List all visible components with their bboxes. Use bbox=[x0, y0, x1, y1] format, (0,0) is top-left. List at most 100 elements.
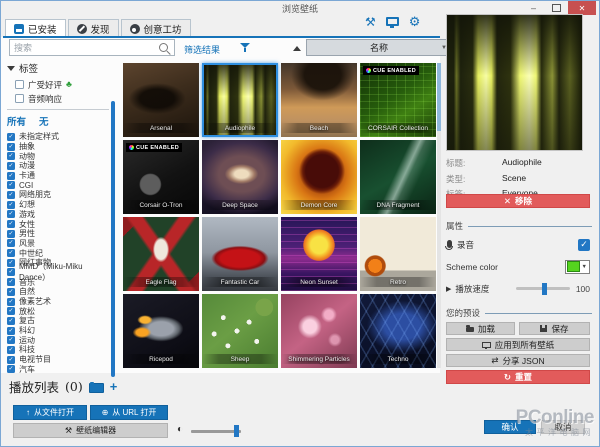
grid-scrollbar-thumb[interactable] bbox=[437, 63, 441, 131]
checkbox[interactable] bbox=[7, 317, 15, 325]
wallpaper-tile[interactable]: CUE ENABLED CORSAIR Collection bbox=[360, 63, 436, 137]
detail-value: Audiophile bbox=[502, 157, 542, 169]
checkbox[interactable] bbox=[15, 80, 24, 89]
speed-slider-handle[interactable] bbox=[542, 283, 547, 295]
wallpaper-tile[interactable]: Arsenal bbox=[123, 63, 199, 137]
wallpaper-tile[interactable]: Retro bbox=[360, 217, 436, 291]
confirm-button[interactable]: 确认 bbox=[484, 420, 536, 434]
checkbox[interactable] bbox=[7, 220, 15, 228]
wallpaper-tile[interactable]: Demon Core bbox=[281, 140, 357, 214]
wallpaper-tile[interactable]: Shimmering Particles bbox=[281, 294, 357, 368]
checkbox[interactable] bbox=[7, 201, 15, 209]
checkbox[interactable] bbox=[7, 162, 15, 170]
open-from-file-button[interactable]: ↑ 从文件打开 bbox=[13, 405, 87, 420]
wallpaper-tile[interactable]: Ricepod bbox=[123, 294, 199, 368]
checkbox[interactable] bbox=[7, 143, 15, 151]
tag-checkbox-item[interactable]: 汽车 bbox=[7, 365, 109, 375]
checkbox[interactable] bbox=[7, 181, 15, 189]
checkbox[interactable] bbox=[7, 172, 15, 180]
checkbox[interactable] bbox=[7, 230, 15, 238]
checkbox[interactable] bbox=[7, 288, 15, 296]
special-tag-item[interactable]: 音频响应 bbox=[15, 93, 109, 104]
sort-ascending-icon[interactable] bbox=[293, 46, 301, 51]
tag-checkbox-item[interactable]: 卡通 bbox=[7, 171, 109, 181]
wallpaper-tile[interactable]: Neon Sunset bbox=[281, 217, 357, 291]
wallpaper-tile[interactable]: Beach bbox=[281, 63, 357, 137]
detail-row: 标题: Audiophile bbox=[446, 157, 590, 169]
checkbox[interactable] bbox=[7, 307, 15, 315]
remove-button[interactable]: ✕ 移除 bbox=[446, 194, 590, 208]
wallpaper-tile[interactable]: Eagle Flag bbox=[123, 217, 199, 291]
checkbox[interactable] bbox=[7, 278, 15, 286]
checkbox[interactable] bbox=[7, 133, 15, 141]
tag-label: 卡通 bbox=[19, 170, 35, 181]
checkbox[interactable] bbox=[7, 259, 15, 267]
checkbox[interactable] bbox=[7, 365, 15, 373]
checkbox[interactable] bbox=[7, 152, 15, 160]
tag-label: CGI bbox=[19, 181, 33, 190]
checkbox[interactable] bbox=[7, 346, 15, 354]
checkbox[interactable] bbox=[7, 298, 15, 306]
checkbox[interactable] bbox=[7, 356, 15, 364]
folder-icon bbox=[466, 327, 474, 332]
search-input[interactable] bbox=[9, 39, 175, 56]
scheme-color-swatch bbox=[567, 261, 580, 272]
tab[interactable]: 创意工坊 bbox=[121, 19, 191, 37]
playlist-label: 播放列表 bbox=[9, 377, 59, 396]
cue-enabled-badge: CUE ENABLED bbox=[363, 66, 419, 75]
workshop-icon bbox=[130, 24, 140, 34]
checkbox[interactable] bbox=[7, 210, 15, 218]
cancel-button[interactable]: 取消 bbox=[541, 420, 585, 434]
wallpaper-tile[interactable]: Deep Space bbox=[202, 140, 278, 214]
display-icon[interactable] bbox=[386, 17, 399, 26]
wallpaper-tile[interactable]: Audiophile bbox=[202, 63, 278, 137]
tags-section-header[interactable]: 标签 bbox=[7, 61, 109, 75]
tools-icon[interactable]: ⚒ bbox=[365, 16, 376, 28]
discover-icon bbox=[77, 24, 87, 34]
wallpaper-title: Eagle Flag bbox=[123, 277, 199, 287]
wallpaper-tile[interactable]: DNA Fragment bbox=[360, 140, 436, 214]
special-tag-item[interactable]: 广受好评 ♣ bbox=[15, 79, 109, 90]
properties-section-header: 属性 bbox=[446, 220, 592, 232]
wallpaper-tile[interactable]: Fantastic Car bbox=[202, 217, 278, 291]
checkbox[interactable] bbox=[7, 239, 15, 247]
wallpaper-tile[interactable]: CUE ENABLED Corsair O-Tron bbox=[123, 140, 199, 214]
checkbox[interactable] bbox=[7, 191, 15, 199]
checkbox[interactable] bbox=[15, 94, 24, 103]
select-none-link[interactable]: 无 bbox=[39, 114, 49, 128]
open-from-url-button[interactable]: ⊕ 从 URL 打开 bbox=[90, 405, 168, 420]
checkbox[interactable] bbox=[7, 249, 15, 257]
tab-label: 已安装 bbox=[28, 22, 57, 36]
tags-title: 标签 bbox=[19, 61, 38, 75]
settings-gear-icon[interactable]: ⚙ bbox=[409, 15, 421, 28]
audio-checkbox[interactable] bbox=[578, 239, 590, 251]
checkbox[interactable] bbox=[7, 327, 15, 335]
scheme-color-picker[interactable]: ▼ bbox=[565, 260, 590, 274]
tab[interactable]: 发现 bbox=[68, 19, 119, 37]
filter-results-label: 筛选结果 bbox=[184, 43, 220, 56]
wallpaper-editor-button[interactable]: ⚒ 壁纸编辑器 bbox=[13, 423, 168, 438]
sidebar-scrollbar[interactable] bbox=[111, 101, 115, 377]
wallpaper-tile[interactable]: Sheep bbox=[202, 294, 278, 368]
add-playlist-button[interactable]: + bbox=[110, 379, 118, 394]
sort-dropdown[interactable]: 名称 ▼ bbox=[306, 39, 452, 56]
volume-slider[interactable] bbox=[191, 430, 241, 433]
checkbox[interactable] bbox=[7, 336, 15, 344]
tab[interactable]: 已安装 bbox=[5, 19, 66, 37]
wallpaper-title: Demon Core bbox=[281, 200, 357, 210]
save-preset-button[interactable]: 保存 bbox=[519, 322, 590, 335]
select-all-link[interactable]: 所有 bbox=[7, 114, 26, 128]
speed-slider[interactable] bbox=[516, 287, 570, 290]
apply-all-button[interactable]: 应用到所有壁纸 bbox=[446, 338, 590, 351]
checkbox[interactable] bbox=[7, 268, 15, 276]
reset-button[interactable]: ↻ 重置 bbox=[446, 370, 590, 384]
open-playlist-folder-icon[interactable] bbox=[89, 383, 104, 393]
wallpaper-tile[interactable]: Techno bbox=[360, 294, 436, 368]
load-preset-button[interactable]: 加载 bbox=[446, 322, 515, 335]
wallpaper-title: DNA Fragment bbox=[360, 200, 436, 210]
share-json-button[interactable]: ⇄ 分享 JSON bbox=[446, 354, 590, 367]
volume-slider-handle[interactable] bbox=[234, 425, 239, 437]
filter-funnel-icon[interactable] bbox=[240, 43, 250, 52]
grid-scrollbar[interactable] bbox=[437, 63, 441, 368]
wallpaper-browser-window: 浏览壁纸 – ✕ 已安装 发现 创意工坊 ⚒ ⚙ bbox=[0, 0, 600, 447]
